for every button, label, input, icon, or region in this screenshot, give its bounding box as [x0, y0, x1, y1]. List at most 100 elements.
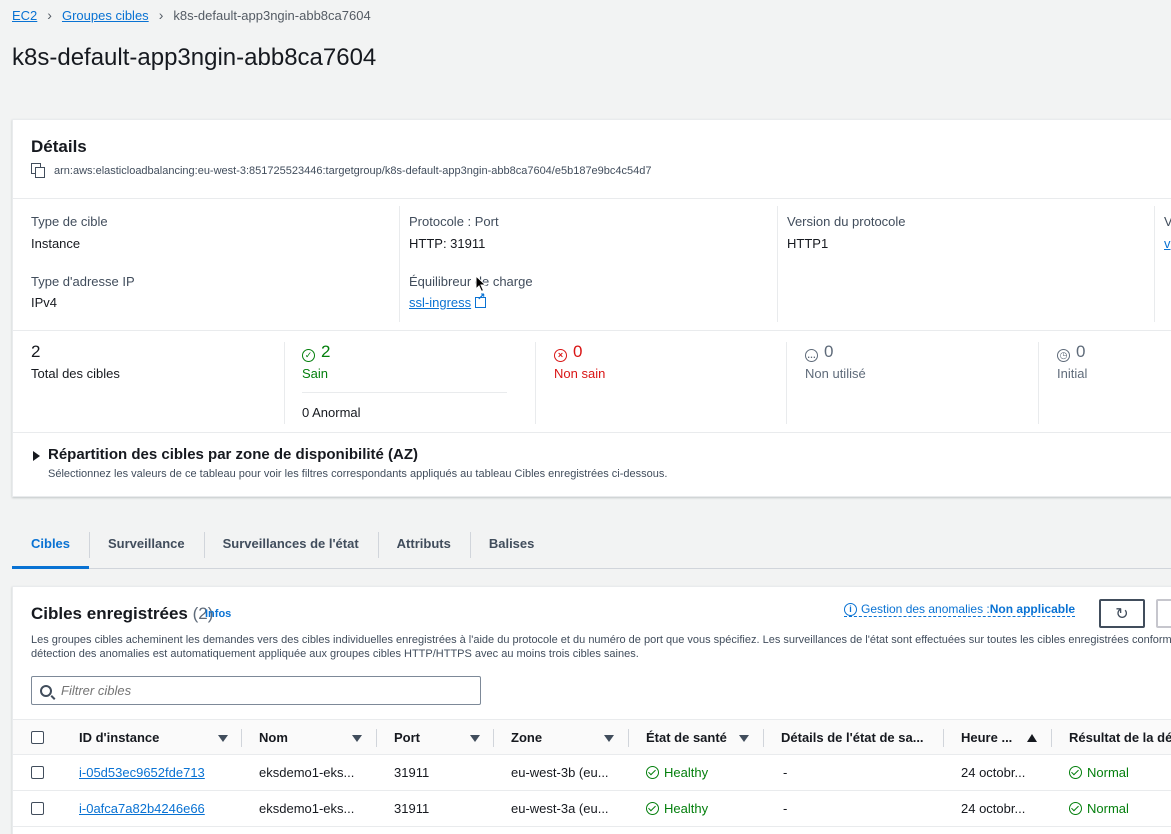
detection-result-cell: Normal	[1069, 755, 1129, 790]
table-row: i-0afca7a82b4246e66 eksdemo1-eks... 3191…	[13, 791, 1171, 827]
col-health-details[interactable]: Détails de l'état de sa...	[781, 720, 924, 754]
zone-cell: eu-west-3b (eu...	[511, 765, 609, 780]
target-type-value: Instance	[31, 236, 81, 251]
instance-id-link[interactable]: i-0afca7a82b4246e66	[79, 801, 205, 816]
total-targets-count: 2	[31, 342, 41, 361]
tabs: Cibles Surveillance Surveillances de l'é…	[12, 528, 553, 569]
arn-value: arn:aws:elasticloadbalancing:eu-west-3:8…	[54, 165, 652, 177]
registered-targets-description: Les groupes cibles acheminent les demand…	[31, 634, 1171, 660]
row-checkbox[interactable]	[31, 802, 44, 815]
chevron-right-icon: ›	[158, 7, 164, 23]
arn-row: arn:aws:elasticloadbalancing:eu-west-3:8…	[31, 163, 652, 179]
sort-icon[interactable]	[352, 735, 362, 742]
instance-id-link[interactable]: i-05d53ec9652fde713	[79, 765, 205, 780]
divider	[302, 392, 507, 393]
health-details-cell: -	[783, 801, 788, 816]
tab-attributes[interactable]: Attributs	[377, 528, 470, 569]
col-port[interactable]: Port	[394, 720, 420, 754]
anomalous-stat[interactable]: 0 Anormal	[302, 405, 361, 420]
column-divider	[1154, 206, 1155, 322]
column-divider	[1038, 342, 1039, 424]
col-detection-result[interactable]: Résultat de la dét	[1069, 720, 1171, 754]
detection-result-cell: Normal	[1069, 791, 1129, 826]
filter-targets-input[interactable]	[61, 683, 461, 698]
unused-label: Non utilisé	[805, 366, 866, 381]
healthy-label: Sain	[302, 366, 329, 381]
select-all-checkbox[interactable]	[31, 730, 44, 744]
external-link-icon	[475, 292, 487, 308]
load-balancer-link-wrap: ssl-ingress	[409, 292, 487, 310]
tab-tags[interactable]: Balises	[469, 528, 554, 569]
extra-column-link[interactable]: v	[1164, 236, 1171, 251]
column-divider	[535, 342, 536, 424]
load-balancer-label: Équilibreur de charge	[409, 274, 533, 289]
time-cell: 24 octobr...	[961, 765, 1026, 780]
az-section-toggle[interactable]: Répartition des cibles par zone de dispo…	[48, 446, 418, 463]
breadcrumb-current: k8s-default-app3ngin-abb8ca7604	[173, 7, 371, 23]
success-icon	[646, 802, 659, 815]
breadcrumb-target-groups-link[interactable]: Groupes cibles	[62, 8, 149, 23]
copy-icon[interactable]	[31, 163, 47, 179]
total-targets-label: Total des cibles	[31, 366, 120, 381]
port-cell: 31911	[394, 765, 430, 780]
registered-targets-panel: Cibles enregistrées (2) Infos i Gestion …	[12, 586, 1171, 834]
ip-type-label: Type d'adresse IP	[31, 274, 135, 289]
health-details-cell: -	[783, 765, 788, 780]
health-status-cell: Healthy	[646, 791, 708, 826]
initial-label: Initial	[1057, 366, 1088, 381]
initial-stat[interactable]: ◷ 0	[1057, 342, 1085, 362]
sort-ascending-icon[interactable]	[1027, 734, 1037, 742]
col-instance-id[interactable]: ID d'instance	[79, 720, 159, 754]
extra-column-label: V	[1164, 214, 1171, 229]
healthy-stat[interactable]: ✓ 2	[302, 342, 330, 362]
sort-icon[interactable]	[218, 735, 228, 742]
refresh-button[interactable]: ↻	[1099, 599, 1145, 628]
details-panel: Détails arn:aws:elasticloadbalancing:eu-…	[12, 119, 1171, 497]
row-checkbox[interactable]	[31, 766, 44, 779]
tab-monitoring[interactable]: Surveillance	[89, 528, 204, 569]
unused-stat[interactable]: … 0	[805, 342, 833, 362]
health-status-cell: Healthy	[646, 755, 708, 790]
column-divider	[284, 342, 285, 424]
name-cell: eksdemo1-eks...	[259, 801, 355, 816]
filter-targets-input-wrap[interactable]	[31, 676, 481, 705]
table-header: ID d'instance Nom Port Zone État de sant…	[13, 719, 1171, 755]
table-row: i-05d53ec9652fde713 eksdemo1-eks... 3191…	[13, 755, 1171, 791]
zone-cell: eu-west-3a (eu...	[511, 801, 609, 816]
ip-type-value: IPv4	[31, 295, 58, 310]
actions-button[interactable]	[1156, 599, 1171, 628]
success-icon	[646, 766, 659, 779]
protocol-version-label: Version du protocole	[787, 214, 906, 229]
info-icon: i	[844, 602, 857, 616]
search-icon	[40, 684, 52, 697]
unhealthy-label: Non sain	[554, 366, 606, 381]
anomaly-mitigation-link[interactable]: i Gestion des anomalies : Non applicable	[844, 602, 1076, 617]
tab-targets[interactable]: Cibles	[12, 528, 90, 569]
protocol-value: HTTP: 31911	[409, 236, 486, 251]
success-icon: ✓	[302, 349, 315, 362]
info-link[interactable]: Infos	[205, 608, 231, 620]
caret-right-icon[interactable]	[33, 451, 40, 461]
breadcrumb-ec2-link[interactable]: EC2	[12, 8, 37, 23]
chevron-right-icon: ›	[47, 7, 52, 23]
col-zone[interactable]: Zone	[511, 720, 542, 754]
success-icon	[1069, 802, 1082, 815]
registered-targets-title: Cibles enregistrées (2)	[31, 604, 214, 623]
page-title: k8s-default-app3ngin-abb8ca7604	[12, 44, 377, 71]
unhealthy-stat[interactable]: × 0	[554, 342, 582, 362]
sort-icon[interactable]	[739, 735, 749, 742]
refresh-icon: ↻	[1115, 605, 1129, 623]
target-type-label: Type de cible	[31, 214, 108, 229]
az-description: Sélectionnez les valeurs de ce tableau p…	[48, 468, 668, 480]
tab-health-checks[interactable]: Surveillances de l'état	[203, 528, 378, 569]
targets-table: ID d'instance Nom Port Zone État de sant…	[13, 719, 1171, 827]
col-time[interactable]: Heure ...	[961, 720, 1012, 754]
load-balancer-link[interactable]: ssl-ingress	[409, 295, 471, 310]
sort-icon[interactable]	[470, 735, 480, 742]
col-health-status[interactable]: État de santé	[646, 720, 727, 754]
clock-icon: ◷	[1057, 349, 1070, 362]
divider	[13, 432, 1171, 433]
col-name[interactable]: Nom	[259, 720, 288, 754]
sort-icon[interactable]	[604, 735, 614, 742]
column-divider	[777, 206, 778, 322]
